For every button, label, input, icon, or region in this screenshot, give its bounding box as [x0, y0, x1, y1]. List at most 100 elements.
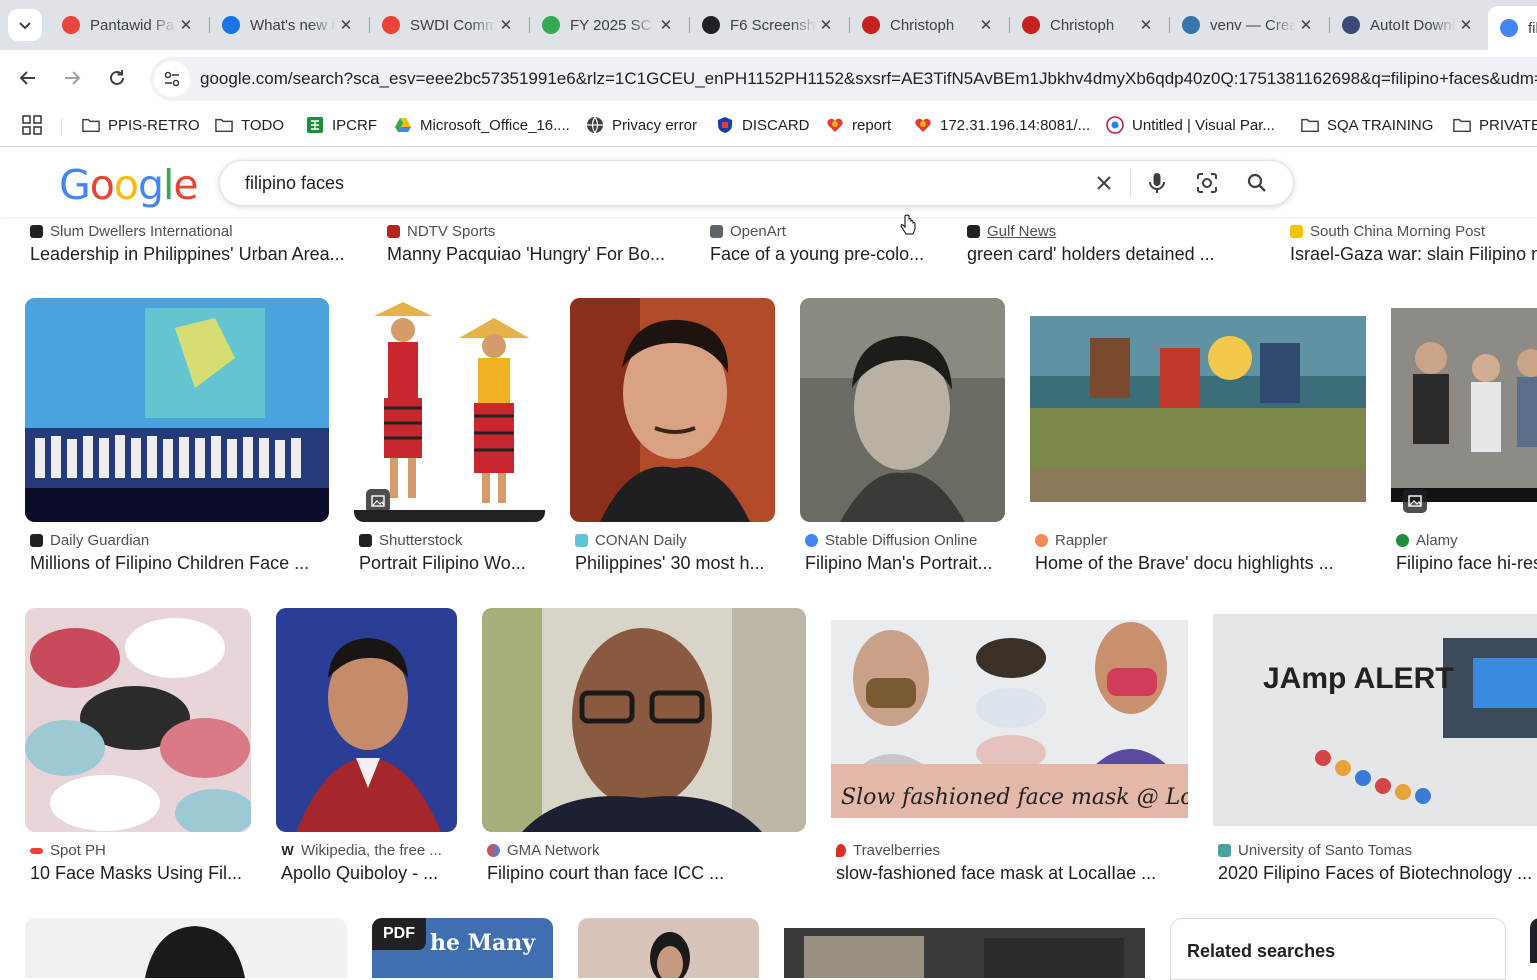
- back-button[interactable]: [14, 64, 42, 92]
- browser-tab[interactable]: SWDI Comms ✕: [370, 9, 530, 41]
- forward-button[interactable]: [58, 64, 86, 92]
- image-result-partial[interactable]: OpenArt Face of a young pre-colo...: [710, 223, 924, 265]
- microphone-icon: [1149, 173, 1165, 193]
- search-input[interactable]: filipino faces: [245, 173, 1084, 194]
- result-source[interactable]: Alamy: [1396, 532, 1537, 549]
- browser-tab[interactable]: Christoph ✕: [1010, 9, 1170, 41]
- result-caption[interactable]: Home of the Brave' docu highlights ...: [1035, 553, 1371, 574]
- result-caption[interactable]: Filipino court than face ICC ...: [487, 863, 811, 884]
- result-source[interactable]: Spot PH: [30, 842, 256, 859]
- result-thumbnail[interactable]: [1391, 298, 1537, 522]
- reload-button[interactable]: [103, 64, 131, 92]
- result-source[interactable]: Shutterstock: [359, 532, 550, 549]
- image-result-partial[interactable]: NDTV Sports Manny Pacquiao 'Hungry' For B…: [387, 223, 665, 265]
- result-source[interactable]: CONAN Daily: [575, 532, 780, 549]
- result-caption[interactable]: Filipino face hi-res: [1396, 553, 1537, 574]
- clear-button[interactable]: [1084, 163, 1124, 203]
- browser-tab[interactable]: FY 2025 SC ✕: [530, 9, 690, 41]
- bookmark-item[interactable]: Untitled | Visual Par...: [1106, 114, 1275, 136]
- result-source[interactable]: South China Morning Post: [1290, 223, 1537, 240]
- browser-tab[interactable]: venv — Create✕: [1170, 9, 1330, 41]
- google-logo[interactable]: Google: [59, 161, 199, 209]
- image-result-partial[interactable]: Gulf News green card' holders detained ..…: [967, 223, 1215, 265]
- result-source[interactable]: Travelberries: [836, 842, 1193, 859]
- result-caption[interactable]: Manny Pacquiao 'Hungry' For Bo...: [387, 244, 665, 265]
- lens-search-button[interactable]: [1187, 163, 1227, 203]
- bookmark-item[interactable]: DISCARD: [716, 114, 810, 136]
- result-thumbnail[interactable]: [570, 298, 775, 522]
- result-caption[interactable]: Portrait Filipino Wo...: [359, 553, 550, 574]
- bookmark-item[interactable]: report: [826, 114, 891, 136]
- browser-tab[interactable]: F6 Screenshots✕: [690, 9, 850, 41]
- result-thumbnail[interactable]: PDF he Many: [372, 918, 553, 978]
- address-bar[interactable]: google.com/search?sca_esv=eee2bc57351991…: [150, 57, 1537, 101]
- result-thumbnail[interactable]: [276, 608, 457, 832]
- result-thumbnail[interactable]: [25, 298, 329, 522]
- result-source[interactable]: Daily Guardian: [30, 532, 334, 549]
- partial-thumbnail[interactable]: [1530, 918, 1537, 963]
- browser-tab[interactable]: Pantawid Pamilya✕: [50, 9, 210, 41]
- tab-close-icon[interactable]: ✕: [176, 16, 196, 34]
- tab-close-icon[interactable]: ✕: [336, 16, 356, 34]
- result-thumbnail[interactable]: [25, 608, 251, 832]
- result-thumbnail[interactable]: [800, 298, 1005, 522]
- result-caption[interactable]: 2020 Filipino Faces of Biotechnology ...: [1218, 863, 1537, 884]
- result-thumbnail[interactable]: [25, 918, 347, 978]
- tab-close-icon[interactable]: ✕: [816, 16, 836, 34]
- bookmark-item[interactable]: IPCRF: [306, 114, 377, 136]
- image-icon: [1408, 495, 1422, 507]
- result-source[interactable]: Gulf News: [967, 223, 1215, 240]
- result-thumbnail[interactable]: [1030, 298, 1366, 522]
- voice-search-button[interactable]: [1137, 163, 1177, 203]
- tab-close-icon[interactable]: ✕: [1136, 16, 1156, 34]
- bookmark-item[interactable]: 172.31.196.14:8081/...: [914, 114, 1090, 136]
- result-thumbnail[interactable]: JAmp ALERT: [1213, 608, 1537, 832]
- bookmark-item[interactable]: PPIS-RETRO: [82, 114, 200, 136]
- result-caption[interactable]: slow-fashioned face mask at LocalIae ...: [836, 863, 1193, 884]
- bookmark-item[interactable]: Microsoft_Office_16....: [394, 114, 570, 136]
- tab-close-icon[interactable]: ✕: [656, 16, 676, 34]
- result-caption[interactable]: 10 Face Masks Using Fil...: [30, 863, 256, 884]
- search-button[interactable]: [1237, 163, 1277, 203]
- result-caption[interactable]: Millions of Filipino Children Face ...: [30, 553, 334, 574]
- result-source[interactable]: GMA Network: [487, 842, 811, 859]
- result-caption[interactable]: Leadership in Philippines' Urban Area...: [30, 244, 345, 265]
- tab-close-icon[interactable]: ✕: [1296, 16, 1316, 34]
- search-box[interactable]: filipino faces: [219, 160, 1294, 206]
- result-source[interactable]: Rappler: [1035, 532, 1371, 549]
- tab-close-icon[interactable]: ✕: [976, 16, 996, 34]
- result-thumbnail[interactable]: [354, 298, 545, 522]
- bookmark-item[interactable]: TODO: [215, 114, 284, 136]
- result-caption[interactable]: Face of a young pre-colo...: [710, 244, 924, 265]
- image-result-partial[interactable]: South China Morning Post Israel-Gaza war:…: [1290, 223, 1537, 265]
- result-source[interactable]: Slum Dwellers International: [30, 223, 345, 240]
- url-text[interactable]: google.com/search?sca_esv=eee2bc57351991…: [200, 69, 1537, 89]
- result-source[interactable]: University of Santo Tomas: [1218, 842, 1537, 859]
- result-thumbnail[interactable]: Slow fashioned face mask @ Locallaé: [831, 608, 1188, 832]
- browser-tab[interactable]: AutoIt Download✕: [1330, 9, 1490, 41]
- bookmark-item[interactable]: SQA TRAINING: [1301, 114, 1433, 136]
- browser-tab[interactable]: Christoph ✕: [850, 9, 1010, 41]
- result-thumbnail[interactable]: [784, 918, 1145, 978]
- bookmark-item[interactable]: Privacy error: [586, 114, 697, 136]
- result-source[interactable]: OpenArt: [710, 223, 924, 240]
- tab-close-icon[interactable]: ✕: [1456, 16, 1476, 34]
- tab-close-icon[interactable]: ✕: [496, 16, 516, 34]
- result-caption[interactable]: Filipino Man's Portrait...: [805, 553, 1010, 574]
- image-result-partial[interactable]: Slum Dwellers International Leadership in…: [30, 223, 345, 265]
- bookmark-item[interactable]: PRIVATE: [1453, 114, 1537, 136]
- result-source[interactable]: Stable Diffusion Online: [805, 532, 1010, 549]
- result-thumbnail[interactable]: [578, 918, 759, 978]
- result-source[interactable]: NDTV Sports: [387, 223, 665, 240]
- result-caption[interactable]: Philippines' 30 most h...: [575, 553, 780, 574]
- tab-search-button[interactable]: [8, 9, 42, 41]
- result-thumbnail[interactable]: [482, 608, 806, 832]
- browser-tab[interactable]: filipino faces: [1488, 6, 1537, 50]
- browser-tab[interactable]: What's new in Chrome✕: [210, 9, 370, 41]
- apps-button[interactable]: [22, 114, 42, 136]
- result-caption[interactable]: Apollo Quiboloy - ...: [281, 863, 462, 884]
- result-caption[interactable]: Israel-Gaza war: slain Filipino m: [1290, 244, 1537, 265]
- site-info-button[interactable]: [154, 61, 190, 97]
- result-source[interactable]: W Wikipedia, the free ...: [281, 842, 462, 859]
- result-caption[interactable]: green card' holders detained ...: [967, 244, 1215, 265]
